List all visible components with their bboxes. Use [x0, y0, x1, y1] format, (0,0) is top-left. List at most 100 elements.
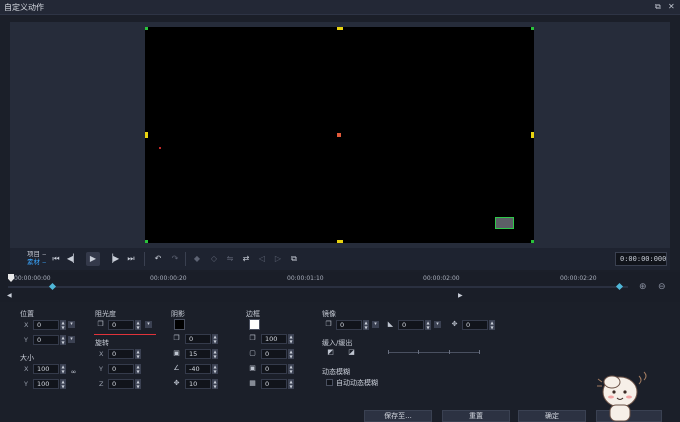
mirror-offset-stepper[interactable]: ▲ ▼ — [489, 320, 495, 330]
rotation-z-label: Z — [99, 380, 104, 388]
overlay-clip[interactable] — [495, 217, 514, 229]
border-type-field[interactable]: 0 — [261, 379, 287, 389]
keyframe-marker[interactable] — [48, 282, 57, 291]
position-y-stepper[interactable]: ▲ ▼ — [60, 335, 66, 345]
border-opacity-field[interactable]: 100 — [261, 334, 287, 344]
border-opacity-stepper[interactable]: ▲ ▼ — [288, 334, 294, 344]
corner-handle[interactable] — [145, 27, 148, 30]
opacity-dropdown[interactable]: ▾ — [145, 321, 152, 328]
scroll-left-icon[interactable]: ◀ — [7, 292, 12, 299]
ease-out-icon[interactable]: ◪ — [347, 348, 356, 357]
ok-button[interactable]: 确定 — [518, 410, 586, 422]
mirror-opacity-stepper[interactable]: ▲ ▼ — [363, 320, 369, 330]
size-y-field[interactable]: 100 — [33, 379, 59, 389]
mirror-opacity-dropdown[interactable]: ▾ — [372, 321, 379, 328]
shadow-angle-icon: ∠ — [173, 364, 180, 372]
restore-icon[interactable]: ⧉ — [655, 2, 661, 12]
shadow-blur-field[interactable]: 15 — [185, 349, 211, 359]
mirror-offset-field[interactable]: 0 — [462, 320, 488, 330]
go-to-start-icon[interactable]: ⏮ — [49, 252, 63, 266]
remove-keyframe-icon[interactable]: ◇ — [207, 252, 221, 266]
undo-icon[interactable]: ↶ — [151, 252, 165, 266]
auto-motion-blur-checkbox[interactable] — [326, 379, 333, 386]
rotation-x-stepper[interactable]: ▲ ▼ — [135, 349, 141, 359]
border-blur-field[interactable]: 0 — [261, 364, 287, 374]
slider-tick — [418, 350, 419, 354]
keyframe-right-icon[interactable]: ▷ — [271, 252, 285, 266]
ease-slider[interactable] — [388, 352, 480, 353]
position-y-dropdown[interactable]: ▾ — [68, 336, 75, 343]
border-blur-stepper[interactable]: ▲ ▼ — [288, 364, 294, 374]
save-as-button[interactable]: 保存至... — [364, 410, 432, 422]
preview-canvas[interactable] — [145, 27, 534, 243]
edge-handle-bottom[interactable] — [337, 240, 343, 243]
go-to-end-icon[interactable]: ⏭ — [124, 252, 138, 266]
mode-switch[interactable]: 项目 ‒ 素材 ‒ — [27, 250, 46, 266]
anchor-point[interactable] — [159, 147, 161, 149]
shadow-distance-stepper[interactable]: ▲ ▼ — [212, 379, 218, 389]
size-x-stepper[interactable]: ▲ ▼ — [60, 364, 66, 374]
rotation-y-field[interactable]: 0 — [108, 364, 134, 374]
next-frame-icon[interactable]: ▕▶ — [106, 252, 120, 266]
size-y-stepper[interactable]: ▲ ▼ — [60, 379, 66, 389]
size-y-label: Y — [24, 380, 28, 388]
mirror-fade-dropdown[interactable]: ▾ — [434, 321, 441, 328]
corner-handle[interactable] — [531, 27, 534, 30]
shadow-opacity-field[interactable]: 0 — [185, 334, 211, 344]
corner-handle[interactable] — [145, 240, 148, 243]
zoom-in-icon[interactable]: ⊕ — [639, 282, 647, 292]
rotation-z-field[interactable]: 0 — [108, 379, 134, 389]
copy-keyframe-icon[interactable]: ⧉ — [287, 252, 301, 266]
mirror-opacity-field[interactable]: 0 — [336, 320, 362, 330]
shadow-angle-field[interactable]: -40 — [185, 364, 211, 374]
opacity-field[interactable]: 0 — [108, 320, 134, 330]
keyframe-left-icon[interactable]: ◁ — [255, 252, 269, 266]
border-width-stepper[interactable]: ▲ ▼ — [288, 349, 294, 359]
position-x-stepper[interactable]: ▲ ▼ — [60, 320, 66, 330]
border-width-field[interactable]: 0 — [261, 349, 287, 359]
rotation-y-stepper[interactable]: ▲ ▼ — [135, 364, 141, 374]
timeline-ruler[interactable]: 00:00:00:00 00:00:00:20 00:00:01:10 00:0… — [0, 272, 680, 302]
timeline-track[interactable] — [8, 286, 628, 288]
redo-icon[interactable]: ↷ — [168, 252, 182, 266]
title-bar: 自定义动作 ⧉ ✕ — [0, 0, 680, 15]
mode-clip[interactable]: 素材 ‒ — [27, 258, 46, 266]
divider — [144, 252, 145, 266]
scroll-right-icon[interactable]: ▶ — [458, 292, 463, 299]
border-type-icon: ▦ — [249, 379, 256, 387]
size-x-field[interactable]: 100 — [33, 364, 59, 374]
position-x-dropdown[interactable]: ▾ — [68, 321, 75, 328]
close-icon[interactable]: ✕ — [668, 2, 675, 11]
reverse-keyframes-icon[interactable]: ⇋ — [223, 252, 237, 266]
edge-handle-left[interactable] — [145, 132, 148, 138]
timecode-field[interactable]: 0:00:00:000 — [615, 252, 667, 266]
rotation-x-field[interactable]: 0 — [108, 349, 134, 359]
center-point[interactable] — [337, 133, 341, 137]
shadow-blur-stepper[interactable]: ▲ ▼ — [212, 349, 218, 359]
border-type-stepper[interactable]: ▲ ▼ — [288, 379, 294, 389]
add-keyframe-icon[interactable]: ◆ — [190, 252, 204, 266]
zoom-out-icon[interactable]: ⊖ — [658, 282, 666, 292]
mirror-fade-stepper[interactable]: ▲ ▼ — [425, 320, 431, 330]
edge-handle-top[interactable] — [337, 27, 343, 30]
play-icon[interactable]: ▶ — [86, 252, 100, 266]
link-icon[interactable]: ∞ — [69, 368, 78, 377]
shadow-color-swatch[interactable] — [174, 319, 185, 330]
corner-handle[interactable] — [531, 240, 534, 243]
mode-project[interactable]: 项目 ‒ — [27, 250, 46, 258]
edge-handle-right[interactable] — [531, 132, 534, 138]
swap-keyframes-icon[interactable]: ⇄ — [239, 252, 253, 266]
ease-in-icon[interactable]: ◩ — [326, 348, 335, 357]
opacity-stepper[interactable]: ▲ ▼ — [135, 320, 141, 330]
position-y-field[interactable]: 0 — [33, 335, 59, 345]
keyframe-marker[interactable] — [615, 282, 624, 291]
border-color-swatch[interactable] — [249, 319, 260, 330]
shadow-opacity-stepper[interactable]: ▲ ▼ — [212, 334, 218, 344]
reset-button[interactable]: 重置 — [442, 410, 510, 422]
rotation-z-stepper[interactable]: ▲ ▼ — [135, 379, 141, 389]
previous-frame-icon[interactable]: ◀▏ — [66, 252, 80, 266]
position-x-field[interactable]: 0 — [33, 320, 59, 330]
mirror-fade-field[interactable]: 0 — [398, 320, 424, 330]
shadow-angle-stepper[interactable]: ▲ ▼ — [212, 364, 218, 374]
shadow-distance-field[interactable]: 10 — [185, 379, 211, 389]
